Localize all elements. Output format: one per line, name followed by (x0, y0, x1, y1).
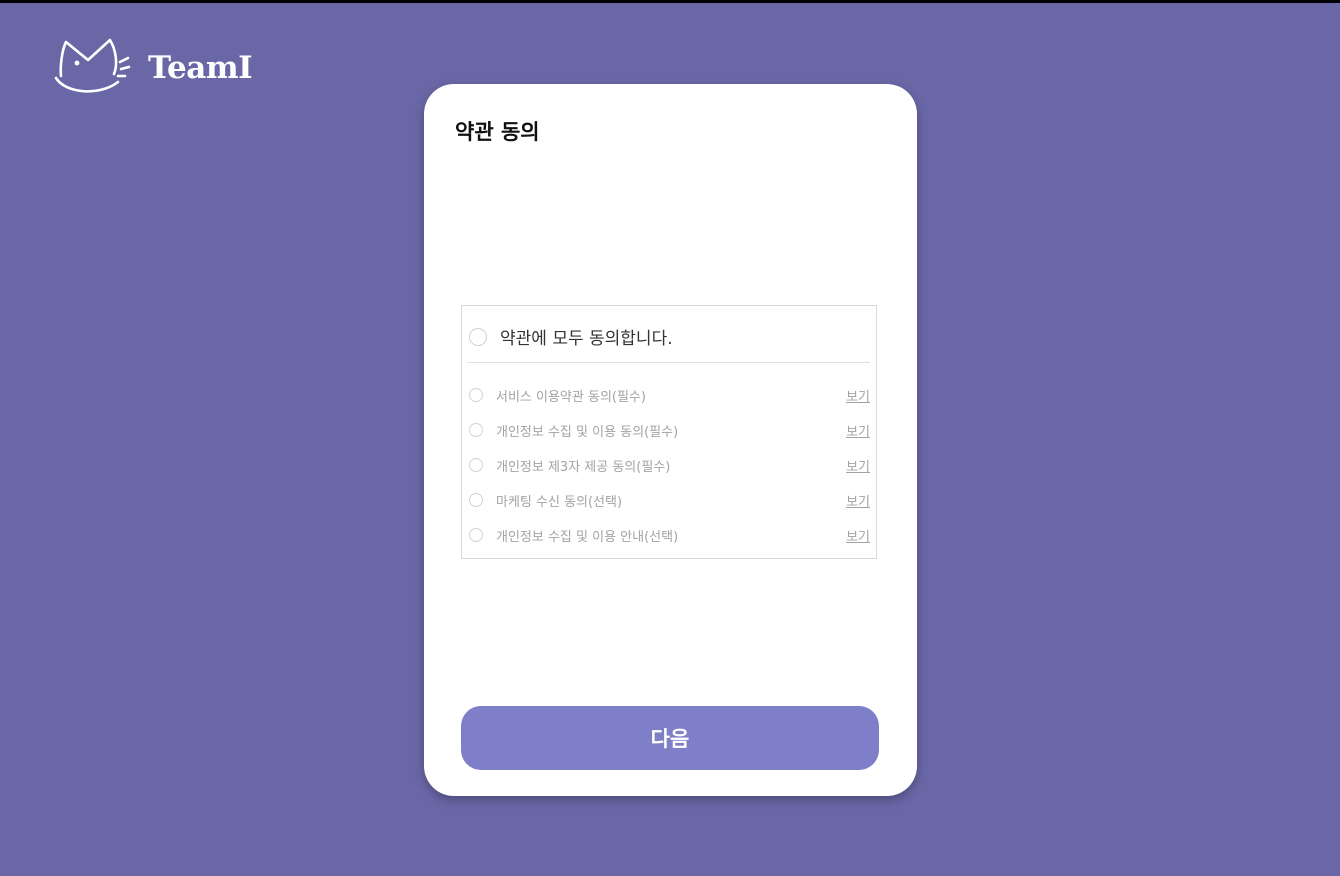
term-label: 개인정보 수집 및 이용 동의(필수) (496, 424, 679, 440)
page-title: 약관 동의 (455, 120, 540, 144)
view-link[interactable]: 보기 (846, 526, 870, 545)
radio-unchecked-icon[interactable] (469, 327, 487, 346)
radio-unchecked-icon[interactable] (469, 493, 483, 507)
radio-unchecked-icon[interactable] (469, 458, 483, 472)
term-label: 개인정보 수집 및 이용 안내(선택) (496, 529, 679, 545)
term-label: 마케팅 수신 동의(선택) (496, 494, 623, 510)
term-item-service: 서비스 이용약관 동의(필수) 보기 (469, 385, 870, 405)
term-item-third-party: 개인정보 제3자 제공 동의(필수) 보기 (469, 455, 870, 475)
agree-all-label: 약관에 모두 동의합니다. (500, 329, 673, 349)
radio-unchecked-icon[interactable] (469, 388, 483, 402)
view-link[interactable]: 보기 (846, 491, 870, 510)
terms-list: 약관에 모두 동의합니다. 서비스 이용약관 동의(필수) 보기 개인정보 수집… (461, 305, 877, 559)
term-item-privacy-collect: 개인정보 수집 및 이용 동의(필수) 보기 (469, 420, 870, 440)
brand-name: TeamI (148, 50, 253, 86)
radio-unchecked-icon[interactable] (469, 423, 483, 437)
term-item-privacy-notice: 개인정보 수집 및 이용 안내(선택) 보기 (469, 525, 870, 545)
brand-logo[interactable]: TeamI (52, 36, 253, 94)
top-border (0, 0, 1340, 3)
view-link[interactable]: 보기 (846, 456, 870, 475)
radio-unchecked-icon[interactable] (469, 528, 483, 542)
term-label: 개인정보 제3자 제공 동의(필수) (496, 459, 671, 475)
cat-logo-icon (52, 36, 132, 94)
terms-card: 약관 동의 약관에 모두 동의합니다. 서비스 이용약관 동의(필수) 보기 개… (424, 84, 917, 796)
next-button[interactable]: 다음 (461, 706, 879, 770)
view-link[interactable]: 보기 (846, 421, 870, 440)
divider (467, 362, 870, 363)
term-label: 서비스 이용약관 동의(필수) (496, 389, 646, 405)
agree-all-option[interactable]: 약관에 모두 동의합니다. (469, 324, 673, 349)
term-item-marketing: 마케팅 수신 동의(선택) 보기 (469, 490, 870, 510)
view-link[interactable]: 보기 (846, 386, 870, 405)
